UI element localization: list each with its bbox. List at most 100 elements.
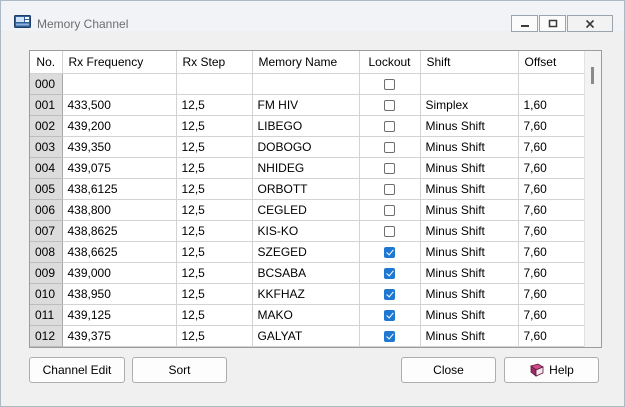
- cell-rx-step[interactable]: 12,5: [176, 304, 253, 326]
- cell-rx-frequency[interactable]: 439,000: [62, 262, 177, 284]
- lockout-checkbox[interactable]: [384, 330, 395, 342]
- cell-memory-name[interactable]: KIS-KO: [252, 220, 360, 242]
- cell-offset[interactable]: 7,60: [518, 199, 585, 221]
- cell-memory-name[interactable]: NHIDEG: [252, 157, 360, 179]
- channel-edit-button[interactable]: Channel Edit: [29, 357, 125, 383]
- lockout-checkbox[interactable]: [384, 183, 395, 195]
- cell-rx-frequency[interactable]: 438,800: [62, 199, 177, 221]
- table-row[interactable]: 001 433,500 12,5 FM HIV Simplex 1,60: [30, 94, 585, 116]
- cell-offset[interactable]: [518, 73, 585, 95]
- cell-offset[interactable]: 7,60: [518, 304, 585, 326]
- cell-rx-frequency[interactable]: 439,075: [62, 157, 177, 179]
- cell-shift[interactable]: Minus Shift: [420, 241, 519, 263]
- column-header-memory-name[interactable]: Memory Name: [252, 51, 360, 74]
- cell-rx-frequency[interactable]: 433,500: [62, 94, 177, 116]
- cell-memory-name[interactable]: GALYAT: [252, 325, 360, 347]
- row-number[interactable]: 007: [30, 220, 63, 242]
- cell-rx-step[interactable]: 12,5: [176, 325, 253, 347]
- cell-offset[interactable]: 7,60: [518, 136, 585, 158]
- cell-shift[interactable]: Minus Shift: [420, 157, 519, 179]
- scrollbar-thumb[interactable]: [591, 67, 594, 84]
- cell-shift[interactable]: Minus Shift: [420, 283, 519, 305]
- cell-memory-name[interactable]: ORBOTT: [252, 178, 360, 200]
- cell-shift[interactable]: Minus Shift: [420, 199, 519, 221]
- cell-rx-step[interactable]: 12,5: [176, 136, 253, 158]
- cell-offset[interactable]: 7,60: [518, 325, 585, 347]
- row-number[interactable]: 005: [30, 178, 63, 200]
- cell-shift[interactable]: Minus Shift: [420, 136, 519, 158]
- table-row[interactable]: 008 438,6625 12,5 SZEGED Minus Shift 7,60: [30, 241, 585, 263]
- cell-offset[interactable]: 1,60: [518, 94, 585, 116]
- cell-rx-frequency[interactable]: 438,8625: [62, 220, 177, 242]
- cell-memory-name[interactable]: SZEGED: [252, 241, 360, 263]
- cell-lockout[interactable]: [359, 241, 421, 263]
- cell-rx-step[interactable]: 12,5: [176, 220, 253, 242]
- cell-rx-frequency[interactable]: 438,6125: [62, 178, 177, 200]
- vertical-scrollbar[interactable]: [584, 51, 601, 347]
- cell-memory-name[interactable]: BCSABA: [252, 262, 360, 284]
- cell-lockout[interactable]: [359, 199, 421, 221]
- table-row[interactable]: 009 439,000 12,5 BCSABA Minus Shift 7,60: [30, 262, 585, 284]
- lockout-checkbox[interactable]: [384, 267, 395, 279]
- cell-shift[interactable]: Minus Shift: [420, 220, 519, 242]
- row-number[interactable]: 002: [30, 115, 63, 137]
- cell-rx-step[interactable]: 12,5: [176, 178, 253, 200]
- cell-rx-step[interactable]: 12,5: [176, 241, 253, 263]
- cell-memory-name[interactable]: FM HIV: [252, 94, 360, 116]
- close-button[interactable]: Close: [401, 357, 496, 383]
- row-number[interactable]: 006: [30, 199, 63, 221]
- maximize-button[interactable]: [539, 15, 566, 32]
- cell-memory-name[interactable]: LIBEGO: [252, 115, 360, 137]
- cell-memory-name[interactable]: DOBOGO: [252, 136, 360, 158]
- cell-lockout[interactable]: [359, 262, 421, 284]
- cell-offset[interactable]: 7,60: [518, 220, 585, 242]
- column-header-rx-frequency[interactable]: Rx Frequency: [62, 51, 177, 74]
- cell-lockout[interactable]: [359, 73, 421, 95]
- cell-rx-step[interactable]: 12,5: [176, 115, 253, 137]
- row-number[interactable]: 004: [30, 157, 63, 179]
- column-header-lockout[interactable]: Lockout: [359, 51, 421, 74]
- row-number[interactable]: 012: [30, 325, 63, 347]
- cell-lockout[interactable]: [359, 178, 421, 200]
- lockout-checkbox[interactable]: [384, 120, 395, 132]
- cell-lockout[interactable]: [359, 115, 421, 137]
- cell-rx-frequency[interactable]: 438,950: [62, 283, 177, 305]
- cell-offset[interactable]: 7,60: [518, 157, 585, 179]
- cell-offset[interactable]: 7,60: [518, 241, 585, 263]
- title-bar[interactable]: Memory Channel: [1, 1, 624, 32]
- table-row[interactable]: 002 439,200 12,5 LIBEGO Minus Shift 7,60: [30, 115, 585, 137]
- table-row[interactable]: 012 439,375 12,5 GALYAT Minus Shift 7,60: [30, 325, 585, 347]
- column-header-rx-step[interactable]: Rx Step: [176, 51, 253, 74]
- lockout-checkbox[interactable]: [384, 246, 395, 258]
- cell-shift[interactable]: Minus Shift: [420, 304, 519, 326]
- cell-lockout[interactable]: [359, 136, 421, 158]
- table-row[interactable]: 003 439,350 12,5 DOBOGO Minus Shift 7,60: [30, 136, 585, 158]
- lockout-checkbox[interactable]: [384, 78, 395, 90]
- cell-lockout[interactable]: [359, 283, 421, 305]
- sort-button[interactable]: Sort: [132, 357, 227, 383]
- cell-rx-frequency[interactable]: 439,200: [62, 115, 177, 137]
- lockout-checkbox[interactable]: [384, 204, 395, 216]
- cell-shift[interactable]: [420, 73, 519, 95]
- cell-lockout[interactable]: [359, 220, 421, 242]
- cell-lockout[interactable]: [359, 94, 421, 116]
- cell-rx-step[interactable]: 12,5: [176, 94, 253, 116]
- table-row[interactable]: 005 438,6125 12,5 ORBOTT Minus Shift 7,60: [30, 178, 585, 200]
- cell-memory-name[interactable]: MAKO: [252, 304, 360, 326]
- cell-lockout[interactable]: [359, 157, 421, 179]
- lockout-checkbox[interactable]: [384, 141, 395, 153]
- cell-rx-frequency[interactable]: 439,125: [62, 304, 177, 326]
- table-row[interactable]: 011 439,125 12,5 MAKO Minus Shift 7,60: [30, 304, 585, 326]
- row-number[interactable]: 000: [30, 73, 63, 95]
- table-row[interactable]: 007 438,8625 12,5 KIS-KO Minus Shift 7,60: [30, 220, 585, 242]
- row-number[interactable]: 003: [30, 136, 63, 158]
- cell-rx-frequency[interactable]: 439,350: [62, 136, 177, 158]
- cell-rx-step[interactable]: 12,5: [176, 283, 253, 305]
- row-number[interactable]: 001: [30, 94, 63, 116]
- table-row[interactable]: 010 438,950 12,5 KKFHAZ Minus Shift 7,60: [30, 283, 585, 305]
- memory-channel-table[interactable]: No. Rx Frequency Rx Step Memory Name Loc…: [29, 50, 602, 348]
- cell-rx-step[interactable]: 12,5: [176, 199, 253, 221]
- lockout-checkbox[interactable]: [384, 162, 395, 174]
- minimize-button[interactable]: [511, 15, 538, 32]
- cell-offset[interactable]: 7,60: [518, 178, 585, 200]
